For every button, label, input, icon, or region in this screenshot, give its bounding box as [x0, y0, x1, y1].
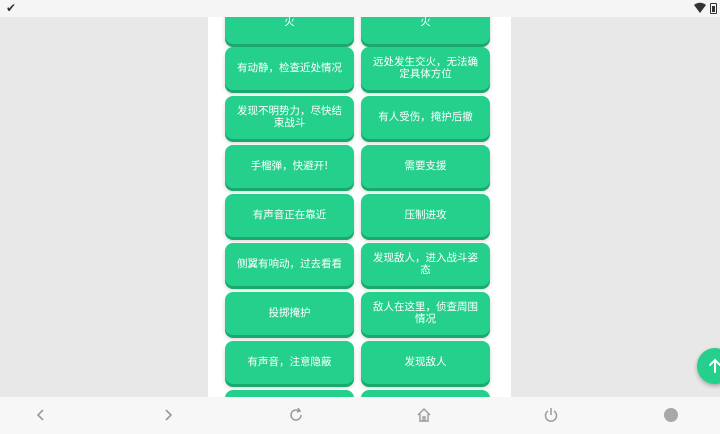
phrase-button[interactable]: 有人受伤，掩护后撤 [361, 96, 490, 139]
phrase-button-label: 投掷掩护 [268, 306, 311, 319]
phrase-button-label: 侧翼有响动，过去看看 [237, 257, 342, 270]
phrase-button-label: 发现不明势力，尽快结束战斗 [237, 105, 342, 129]
phrase-button-label: 敌人在这里，侦查周围情况 [373, 301, 478, 325]
back-button[interactable] [30, 404, 52, 426]
content-area: 火 火 有动静，检查近处情况 远处发生交火，无法确定具体方位 发现不明势力，尽快… [0, 17, 720, 397]
phrase-button-label: 发现敌人，进入战斗姿态 [373, 252, 478, 276]
circle-icon [664, 408, 678, 422]
phrase-button-label: 有动静，检查近处情况 [237, 61, 342, 74]
phrase-button[interactable]: 压制进攻 [361, 194, 490, 237]
phrase-button[interactable]: 投掷掩护 [225, 292, 354, 335]
phrase-button[interactable]: 敌人在这里，侦查周围情况 [361, 292, 490, 335]
forward-button[interactable] [157, 404, 179, 426]
home-button[interactable] [413, 404, 435, 426]
phrase-button[interactable]: 手榴弹，快避开! [225, 145, 354, 188]
power-button[interactable] [540, 404, 562, 426]
phrase-button-label: 发现敌人 [404, 355, 447, 368]
phrase-button[interactable]: 需要支援 [361, 145, 490, 188]
check-icon: ✔ [6, 1, 17, 15]
phrase-button-label: 火 [420, 17, 431, 28]
wifi-icon [694, 2, 706, 13]
phrase-button[interactable]: 侧翼有响动，过去看看 [225, 243, 354, 286]
phrase-button-label: 有声音，注意隐蔽 [247, 355, 332, 368]
navigation-bar [0, 397, 720, 434]
refresh-icon [290, 407, 302, 421]
phrase-button[interactable] [225, 390, 354, 397]
phrase-button[interactable]: 有声音正在靠近 [225, 194, 354, 237]
phrase-button-label: 压制进攻 [404, 208, 447, 221]
phrase-button-label: 有声音正在靠近 [252, 208, 327, 221]
circle-button[interactable] [660, 404, 682, 426]
home-icon [417, 408, 431, 422]
battery-icon [710, 3, 717, 14]
phrase-button-label: 手榴弹，快避开! [250, 159, 329, 172]
phrase-button[interactable]: 发现敌人，进入战斗姿态 [361, 243, 490, 286]
phrase-button[interactable]: 发现不明势力，尽快结束战斗 [225, 96, 354, 139]
back-icon [36, 409, 44, 421]
refresh-button[interactable] [285, 404, 307, 426]
status-bar: ✔ [0, 0, 720, 17]
phrase-button[interactable]: 有声音，注意隐蔽 [225, 341, 354, 384]
forward-icon [165, 409, 173, 421]
phrase-button[interactable] [361, 390, 490, 397]
phrase-button-label: 远处发生交火，无法确定具体方位 [373, 56, 478, 80]
phrase-button[interactable]: 火 [225, 17, 354, 44]
power-icon [544, 408, 558, 422]
phrase-button[interactable]: 有动静，检查近处情况 [225, 47, 354, 90]
phrase-button[interactable]: 火 [361, 17, 490, 44]
arrow-up-icon [709, 358, 720, 373]
phrase-button-label: 需要支援 [404, 159, 447, 172]
phrase-button[interactable]: 远处发生交火，无法确定具体方位 [361, 47, 490, 90]
phrase-button[interactable]: 发现敌人 [361, 341, 490, 384]
phrase-button-label: 有人受伤，掩护后撤 [378, 110, 473, 123]
phrase-button-label: 火 [284, 17, 295, 28]
